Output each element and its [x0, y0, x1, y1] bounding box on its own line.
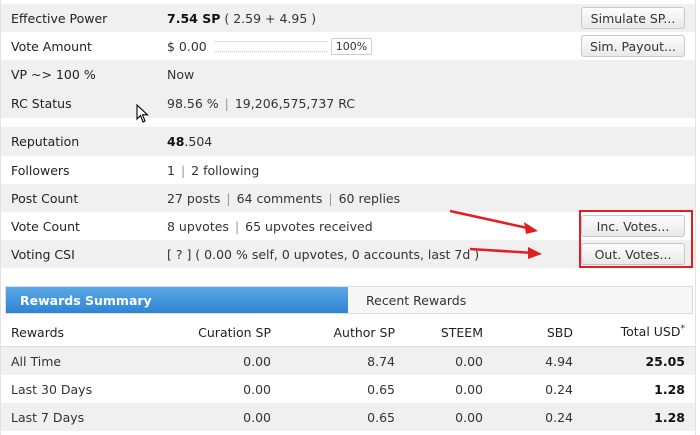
sim-payout-button[interactable]: Sim. Payout...: [581, 35, 685, 57]
col-curation-sp: Curation SP: [121, 318, 281, 347]
col-author-sp: Author SP: [281, 318, 405, 347]
row-label: Reputation: [11, 134, 80, 149]
row-label: Voting CSI: [11, 246, 75, 262]
annotation-arrows-icon: [449, 209, 542, 259]
col-steem: STEEM: [405, 318, 493, 347]
rc-status-value: 98.56 % | 19,206,575,737 RC: [167, 95, 356, 111]
row-label: Followers: [11, 162, 70, 178]
vote-amount-value: $ 0.00 100%: [167, 32, 373, 60]
vp-value: Now: [167, 66, 195, 82]
simulate-sp-button[interactable]: Simulate SP...: [581, 7, 685, 29]
mouse-cursor-icon: [136, 104, 149, 123]
row-label: Post Count: [11, 190, 79, 206]
col-rewards: Rewards: [1, 318, 121, 347]
row-vote-count: Vote Count 8 upvotes | 65 upvotes received…: [1, 212, 695, 240]
col-total-usd: Total USD*: [583, 318, 695, 347]
vote-weight-percent: 100%: [330, 37, 373, 55]
tab-recent-rewards[interactable]: Recent Rewards: [348, 287, 692, 313]
row-label: Vote Amount: [11, 38, 92, 54]
col-sbd: SBD: [493, 318, 583, 347]
row-label: Effective Power: [11, 10, 108, 26]
effective-power-value: 7.54 SP ( 2.59 + 4.95 ): [167, 10, 317, 26]
table-row: Last 30 Days 0.00 0.65 0.00 0.24 1.28: [11, 381, 685, 397]
vote-weight-slider[interactable]: [214, 40, 327, 52]
voting-csi-value: [ ? ] ( 0.00 % self, 0 upvotes, 0 accoun…: [167, 246, 480, 262]
out-votes-button[interactable]: Out. Votes...: [581, 243, 685, 265]
tab-rewards-summary[interactable]: Rewards Summary: [6, 287, 348, 313]
rewards-tabs: Rewards Summary Recent Rewards: [5, 286, 693, 314]
reputation-value: 48.504: [167, 134, 213, 149]
row-followers: Followers 1 | 2 following: [1, 156, 695, 184]
row-label: VP ~> 100 %: [11, 66, 96, 82]
inc-votes-button[interactable]: Inc. Votes...: [581, 215, 685, 237]
post-count-value: 27 posts | 64 comments | 60 replies: [167, 190, 401, 206]
row-vp: VP ~> 100 % Now: [1, 60, 695, 88]
row-label: Vote Count: [11, 218, 80, 234]
row-vote-amount: Vote Amount $ 0.00 100% Sim. Payout...: [1, 32, 695, 60]
vote-count-value: 8 upvotes | 65 upvotes received: [167, 218, 373, 234]
table-row: All Time 0.00 8.74 0.00 4.94 25.05: [1, 346, 695, 375]
rewards-table: Rewards Curation SP Author SP STEEM SBD …: [1, 318, 695, 431]
followers-value: 1 | 2 following: [167, 162, 260, 178]
account-info-panel: Effective Power 7.54 SP ( 2.59 + 4.95 ) …: [0, 0, 696, 435]
row-voting-csi: Voting CSI [ ? ] ( 0.00 % self, 0 upvote…: [1, 240, 695, 268]
row-reputation: Reputation 48.504: [1, 127, 695, 156]
row-label: RC Status: [11, 95, 72, 111]
table-header-row: Rewards Curation SP Author SP STEEM SBD …: [1, 318, 695, 347]
table-row: Last 7 Days 0.00 0.65 0.00 0.24 1.28: [1, 403, 695, 431]
row-rc-status: RC Status 98.56 % | 19,206,575,737 RC: [1, 88, 695, 118]
row-effective-power: Effective Power 7.54 SP ( 2.59 + 4.95 ) …: [1, 4, 695, 32]
row-post-count: Post Count 27 posts | 64 comments | 60 repli…: [1, 184, 695, 212]
